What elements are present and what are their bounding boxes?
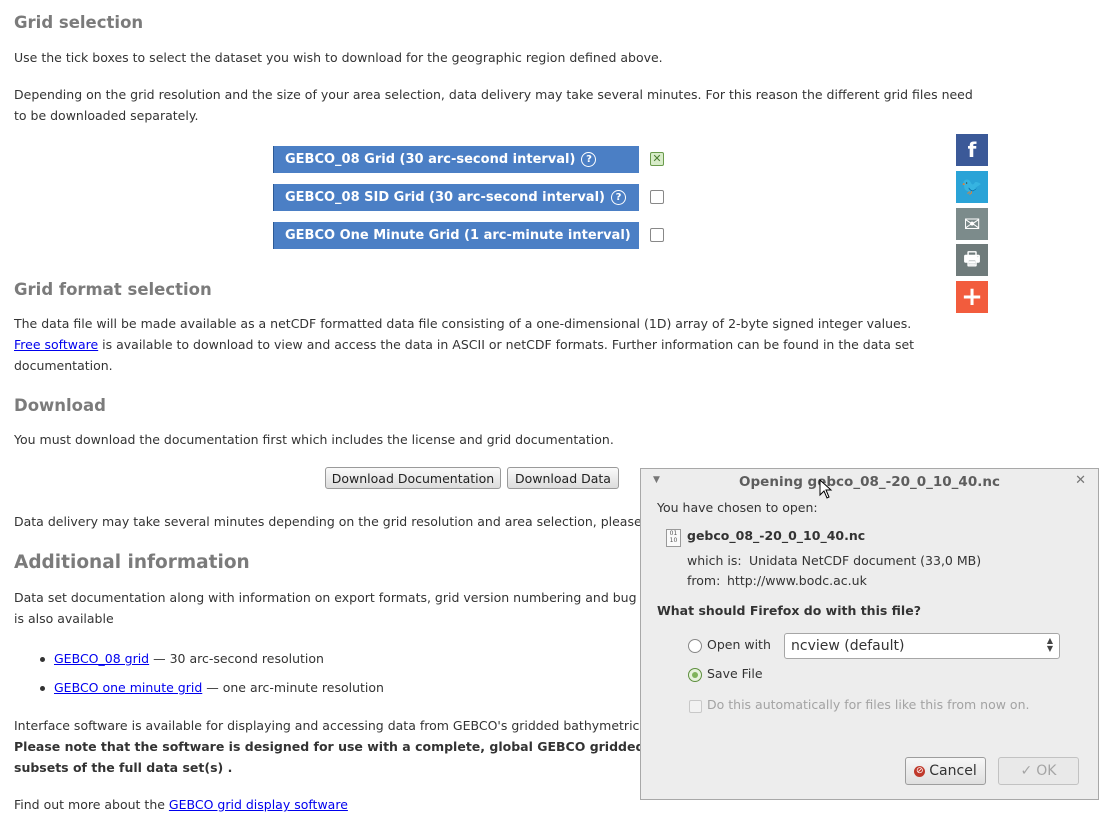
grid-checkbox-one-minute[interactable] [650,228,664,242]
email-icon[interactable]: ✉ [956,208,988,240]
interface-line: Interface software is available for disp… [14,718,683,733]
which-is-label: which is: [687,553,742,568]
grid-checkbox-gebco08[interactable]: ✕ [650,152,664,166]
grid-option-one-minute: GEBCO One Minute Grid (1 arc-minute inte… [273,222,639,270]
list-item-text: — one arc-minute resolution [202,680,384,695]
list-item: GEBCO_08 grid — 30 arc-second resolution [40,649,384,678]
download-heading: Download [14,396,106,415]
additional-line2: is also available [14,611,114,626]
help-icon[interactable]: ? [581,152,597,167]
grid-format-line2-text: is available to download to view and acc… [98,337,915,352]
from-label: from: [687,573,721,588]
dialog-question: What should Firefox do with this file? [657,603,921,618]
gebco-one-minute-grid-link[interactable]: GEBCO one minute grid [54,680,202,695]
auto-checkbox[interactable] [689,700,702,713]
delivery-note: Data delivery may take several minutes d… [14,514,681,529]
list-item-text: — 30 arc-second resolution [149,651,324,666]
save-file-radio[interactable] [688,668,702,682]
mouse-cursor-icon [819,479,833,499]
twitter-icon[interactable]: 🐦 [956,171,988,203]
additional-line1: Data set documentation along with inform… [14,590,676,605]
grid-option-gebco08: GEBCO_08 Grid (30 arc-second interval)? [273,146,639,173]
grid-option-label: GEBCO_08 Grid (30 arc-second interval) [285,152,576,167]
save-file-label[interactable]: Save File [707,666,763,681]
help-icon[interactable]: ? [291,255,306,270]
open-with-select-value: ncview (default) [791,638,905,654]
find-out-line: Find out more about the GEBCO grid displ… [14,794,348,815]
grid-display-software-link[interactable]: GEBCO grid display software [169,797,348,812]
spinner-arrows-icon: ▲ ▼ [1046,636,1053,653]
file-icon: 01 10 [666,529,681,547]
grid-format-line2: Free software is available to download t… [14,334,914,355]
download-documentation-button[interactable]: Download Documentation [325,467,501,489]
cancel-label: Cancel [929,763,977,779]
grid-format-line1: The data file will be made available as … [14,316,912,331]
free-software-link[interactable]: Free software [14,337,98,352]
grid-selection-intro: Use the tick boxes to select the dataset… [14,50,663,65]
dialog-chosen-text: You have chosen to open: [657,500,818,515]
download-data-button[interactable]: Download Data [507,467,619,489]
cancel-button[interactable]: ⊘ Cancel [905,757,986,785]
grid-selection-note-line1: Depending on the grid resolution and the… [14,87,973,102]
grid-format-heading: Grid format selection [14,280,212,299]
grid-format-line3: documentation. [14,358,113,373]
which-is-value: Unidata NetCDF document (33,0 MB) [749,553,982,568]
find-out-text: Find out more about the [14,797,169,812]
bold-note-line1: Please note that the software is designe… [14,739,681,754]
auto-checkbox-label[interactable]: Do this automatically for files like thi… [707,697,1029,712]
grid-checkbox-gebco08-sid[interactable] [650,190,664,204]
open-with-label[interactable]: Open with [707,637,771,652]
additional-heading: Additional information [14,552,250,573]
gebco08-grid-link[interactable]: GEBCO_08 grid [54,651,149,666]
dialog-filename: gebco_08_-20_0_10_40.nc [687,528,866,543]
facebook-icon[interactable]: f [956,134,988,166]
download-text: You must download the documentation firs… [14,432,614,447]
dialog-title: Opening gebco_08_-20_0_10_40.nc [739,474,1000,490]
grid-option-gebco08-sid: GEBCO_08 SID Grid (30 arc-second interva… [273,184,639,211]
grid-links-list: GEBCO_08 grid — 30 arc-second resolution… [40,649,384,707]
grid-option-label: GEBCO_08 SID Grid (30 arc-second interva… [285,190,605,205]
grid-selection-note-line2: to be downloaded separately. [14,108,199,123]
ok-button[interactable]: ✓ OK [998,757,1079,785]
share-plus-icon[interactable]: + [956,281,988,313]
print-icon[interactable]: 🖶 [956,244,988,276]
open-with-radio[interactable] [688,639,702,653]
open-with-select[interactable]: ncview (default) ▲ ▼ [784,633,1060,659]
from-value: http://www.bodc.ac.uk [727,573,867,588]
list-item: GEBCO one minute grid — one arc-minute r… [40,678,384,707]
close-icon[interactable]: ✕ [1075,473,1086,488]
grid-selection-heading: Grid selection [14,13,144,32]
grid-option-label: GEBCO One Minute Grid (1 arc-minute inte… [285,228,631,243]
help-icon[interactable]: ? [610,190,626,205]
checkmark-icon: ✓ [1020,763,1033,779]
cancel-icon: ⊘ [914,765,926,777]
ok-label: OK [1036,763,1057,779]
bold-note-line2: subsets of the full data set(s) . [14,760,233,775]
